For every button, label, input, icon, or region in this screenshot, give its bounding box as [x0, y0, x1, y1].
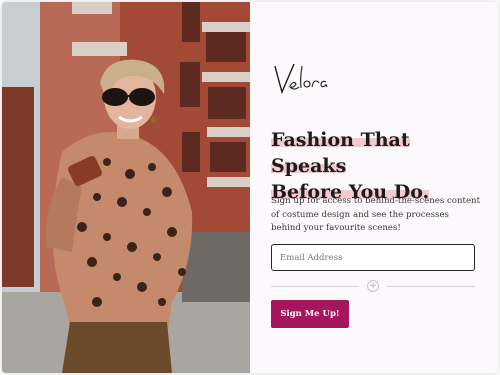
hero-photo	[2, 2, 250, 373]
signup-card: Fashion That Speaks Before You Do. Sign …	[2, 2, 498, 373]
signup-panel: Fashion That Speaks Before You Do. Sign …	[250, 2, 498, 373]
email-field[interactable]	[271, 244, 475, 271]
divider-line-left	[271, 286, 359, 287]
brand-logo	[274, 63, 328, 95]
form-divider: +	[271, 280, 475, 292]
plus-circle-icon: +	[367, 280, 379, 292]
page-title: Fashion That Speaks Before You Do.	[271, 127, 481, 205]
intro-text: Sign up for access to behind-the-scenes …	[271, 196, 481, 233]
divider-line-right	[387, 286, 475, 287]
sign-up-button[interactable]: Sign Me Up!	[271, 300, 349, 328]
title-line-1: Fashion That Speaks	[271, 129, 410, 177]
